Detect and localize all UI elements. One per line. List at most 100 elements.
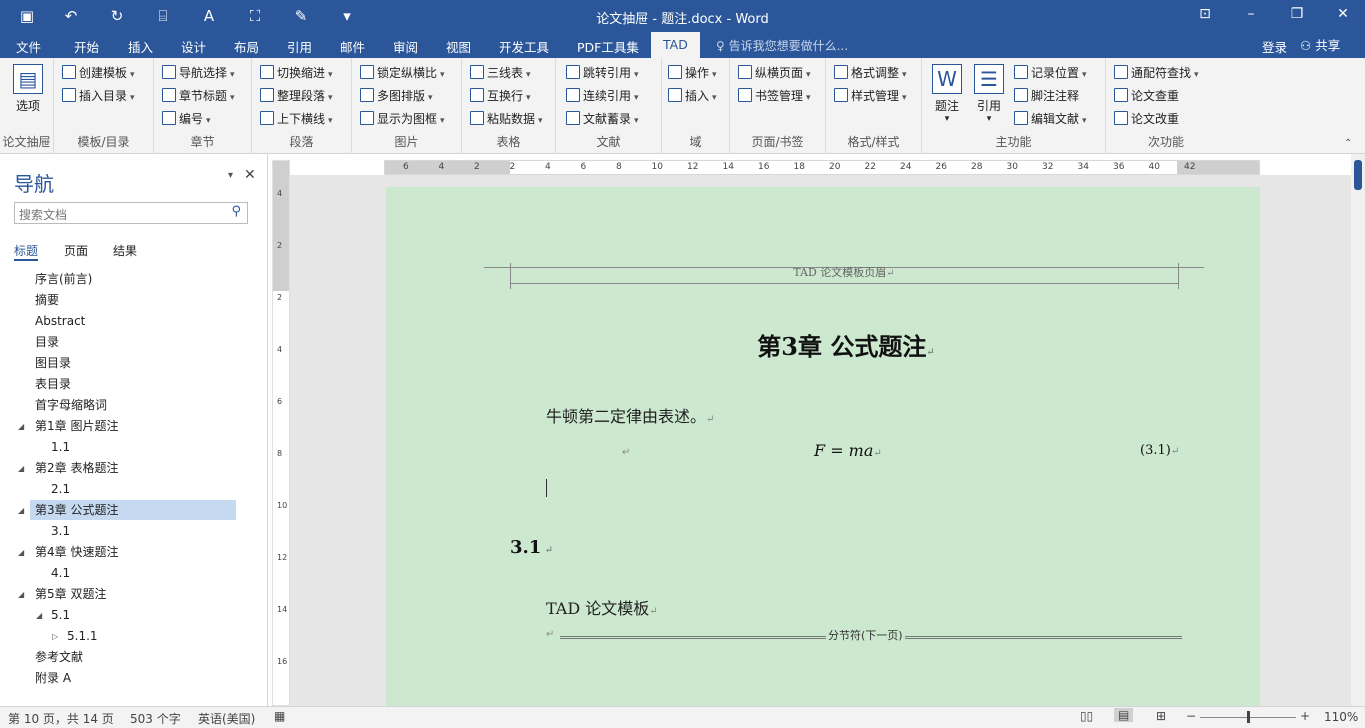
multi-image-button[interactable]: 多图排版 ▾ <box>360 86 433 106</box>
tab-review[interactable]: 审阅 <box>393 37 418 56</box>
nav-search-input[interactable]: 搜索文档 ⚲ <box>14 202 248 224</box>
tab-tad[interactable]: TAD <box>651 32 700 58</box>
jump-ref-button[interactable]: 跳转引用 ▾ <box>566 63 639 83</box>
close-icon[interactable]: ✕ <box>1328 6 1358 22</box>
language[interactable]: 英语(美国) <box>198 710 255 727</box>
footnote-button[interactable]: 脚注注释 <box>1014 86 1079 106</box>
page-header[interactable]: TAD 论文模板页眉↵ <box>510 264 1178 280</box>
section-heading[interactable]: 3.1 ↵ <box>510 537 553 558</box>
continuous-ref-button[interactable]: 连续引用 ▾ <box>566 86 639 106</box>
borders-button[interactable]: 上下横线 ▾ <box>260 109 333 129</box>
login-link[interactable]: 登录 <box>1262 37 1287 56</box>
field-operate-button[interactable]: 操作 ▾ <box>668 63 717 83</box>
ribbon-display-icon[interactable]: ⊡ <box>1190 6 1220 22</box>
insert-toc-button[interactable]: 插入目录 ▾ <box>62 86 135 106</box>
record-position-button[interactable]: 记录位置 ▾ <box>1014 63 1087 83</box>
chapter-title-button[interactable]: 章节标题 ▾ <box>162 86 235 106</box>
document-page[interactable]: TAD 论文模板页眉↵ 第3章 公式题注↵ 牛顿第二定律由表述。↵ ↵ F = … <box>386 187 1260 706</box>
nav-item-ch5[interactable]: 第5章 双题注 <box>30 584 236 604</box>
show-frame-button[interactable]: 显示为图框 ▾ <box>360 109 445 129</box>
read-mode-icon[interactable]: ▯▯ <box>1080 709 1093 723</box>
plagiarism-check-button[interactable]: 论文查重 <box>1114 86 1179 106</box>
collapse-icon[interactable]: ◢ <box>18 422 24 431</box>
nav-item-abstract[interactable]: Abstract <box>30 311 236 331</box>
nav-tab-results[interactable]: 结果 <box>113 242 137 259</box>
caption-button[interactable]: W 题注 ▾ <box>930 64 964 124</box>
zoom-in-icon[interactable]: + <box>1300 709 1310 723</box>
orientation-button[interactable]: 纵横页面 ▾ <box>738 63 811 83</box>
nav-item-ch4[interactable]: 第4章 快速题注 <box>30 542 236 562</box>
print-layout-icon[interactable]: ▤ <box>1114 708 1134 722</box>
collapse-icon[interactable]: ◢ <box>18 464 24 473</box>
collapse-icon[interactable]: ◢ <box>18 506 24 515</box>
nav-item-ch3[interactable]: 第3章 公式题注 <box>30 500 236 520</box>
zoom-out-icon[interactable]: − <box>1186 709 1196 723</box>
style-manage-button[interactable]: 样式管理 ▾ <box>834 86 907 106</box>
body-paragraph-2[interactable]: TAD 论文模板↵ <box>546 595 658 619</box>
lock-ratio-button[interactable]: 锁定纵横比 ▾ <box>360 63 445 83</box>
collapse-icon[interactable]: ◢ <box>18 590 24 599</box>
nav-item-5-1-1[interactable]: 5.1.1 <box>30 626 236 646</box>
nav-item-5-1[interactable]: 5.1 <box>30 605 236 625</box>
restore-icon[interactable]: ❐ <box>1282 6 1312 22</box>
reference-button[interactable]: ☰ 引用 ▾ <box>972 64 1006 124</box>
nav-options-icon[interactable]: ▾ <box>228 170 233 181</box>
vertical-scrollbar[interactable] <box>1351 154 1365 706</box>
format-adjust-button[interactable]: 格式调整 ▾ <box>834 63 907 83</box>
collapse-icon[interactable]: ◢ <box>18 548 24 557</box>
search-icon[interactable]: ⚲ <box>231 204 241 219</box>
nav-item-appendix[interactable]: 附录 A <box>30 668 236 688</box>
three-line-table-button[interactable]: 三线表 ▾ <box>470 63 531 83</box>
nav-item-abstract-cn[interactable]: 摘要 <box>30 290 236 310</box>
formula[interactable]: F = ma↵ <box>814 441 882 460</box>
web-layout-icon[interactable]: ⊞ <box>1156 709 1166 723</box>
nav-item-ch1[interactable]: 第1章 图片题注 <box>30 416 236 436</box>
zoom-thumb[interactable] <box>1247 711 1250 723</box>
body-paragraph[interactable]: 牛顿第二定律由表述。↵ <box>546 403 714 427</box>
nav-item-acronyms[interactable]: 首字母缩略词 <box>30 395 236 415</box>
collapse-ribbon-icon[interactable]: ⌃ <box>1344 138 1352 149</box>
chapter-heading[interactable]: 第3章 公式题注↵ <box>386 327 1306 362</box>
nav-item-2-1[interactable]: 2.1 <box>30 479 236 499</box>
nav-item-4-1[interactable]: 4.1 <box>30 563 236 583</box>
nav-item-tables[interactable]: 表目录 <box>30 374 236 394</box>
tell-me-search[interactable]: ♀ 告诉我您想要做什么... <box>716 37 848 54</box>
toggle-indent-button[interactable]: 切换缩进 ▾ <box>260 63 333 83</box>
minimize-icon[interactable]: – <box>1236 6 1266 22</box>
tab-developer[interactable]: 开发工具 <box>499 37 549 56</box>
nav-item-preface[interactable]: 序言(前言) <box>30 269 236 289</box>
numbering-button[interactable]: 编号 ▾ <box>162 109 211 129</box>
nav-item-toc[interactable]: 目录 <box>30 332 236 352</box>
nav-item-3-1[interactable]: 3.1 <box>30 521 236 541</box>
tab-layout[interactable]: 布局 <box>234 37 259 56</box>
equation-number[interactable]: (3.1)↵ <box>1140 443 1179 458</box>
bibliography-button[interactable]: 文献蓄录 ▾ <box>566 109 639 129</box>
tab-design[interactable]: 设计 <box>181 37 206 56</box>
tab-insert[interactable]: 插入 <box>128 37 153 56</box>
tab-file[interactable]: 文件 <box>16 37 41 56</box>
tab-mailings[interactable]: 邮件 <box>340 37 365 56</box>
wildcard-search-button[interactable]: 通配符查找 ▾ <box>1114 63 1199 83</box>
share-button[interactable]: ⚇ 共享 <box>1300 35 1340 54</box>
create-template-button[interactable]: 创建模板 ▾ <box>62 63 135 83</box>
swap-rows-button[interactable]: 互换行 ▾ <box>470 86 531 106</box>
nav-item-figures[interactable]: 图目录 <box>30 353 236 373</box>
tab-home[interactable]: 开始 <box>74 37 99 56</box>
word-count[interactable]: 503 个字 <box>130 710 181 727</box>
tab-view[interactable]: 视图 <box>446 37 471 56</box>
zoom-level[interactable]: 110% <box>1324 710 1358 724</box>
nav-tab-headings[interactable]: 标题 <box>14 242 39 261</box>
page-count[interactable]: 第 10 页，共 14 页 <box>8 710 114 727</box>
edit-bib-button[interactable]: 编辑文献 ▾ <box>1014 109 1087 129</box>
bookmark-manage-button[interactable]: 书签管理 ▾ <box>738 86 811 106</box>
nav-item-ch2[interactable]: 第2章 表格题注 <box>30 458 236 478</box>
paste-data-button[interactable]: 粘贴数据 ▾ <box>470 109 543 129</box>
nav-item-1-1[interactable]: 1.1 <box>30 437 236 457</box>
tab-references[interactable]: 引用 <box>287 37 312 56</box>
nav-tab-pages[interactable]: 页面 <box>64 242 88 259</box>
tab-pdf[interactable]: PDF工具集 <box>577 37 639 56</box>
options-button[interactable]: ▤ 选项 <box>8 64 48 114</box>
rewrite-button[interactable]: 论文改重 <box>1114 109 1179 129</box>
nav-item-references[interactable]: 参考文献 <box>30 647 236 667</box>
field-insert-button[interactable]: 插入 ▾ <box>668 86 717 106</box>
